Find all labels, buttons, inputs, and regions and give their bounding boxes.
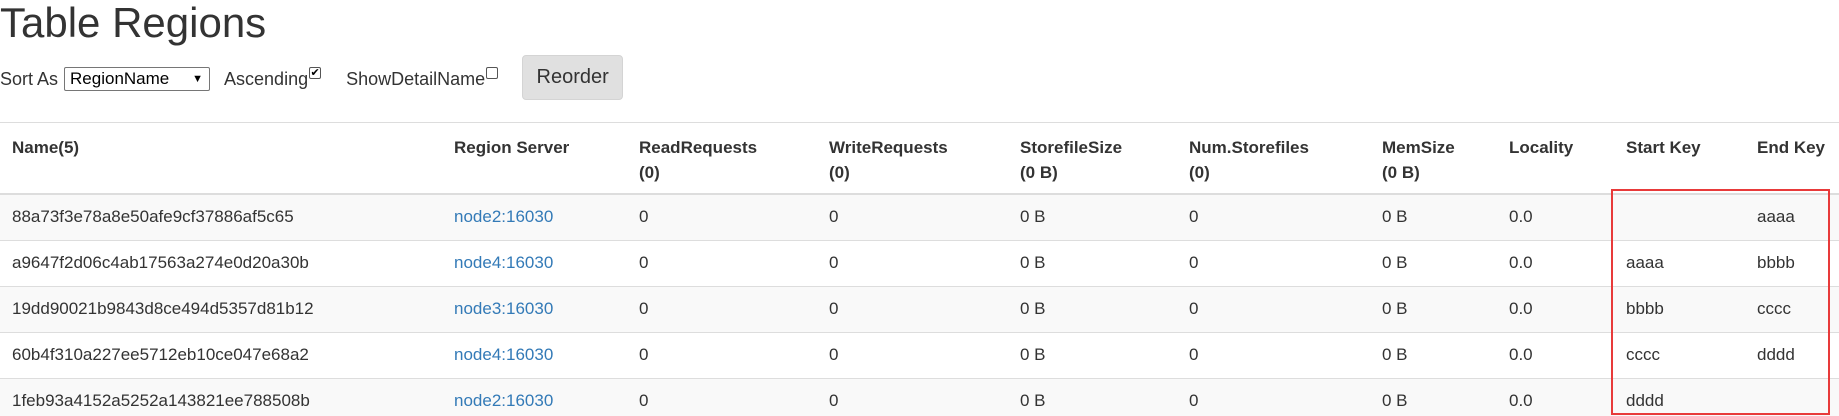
col-header-start-key[interactable]: Start Key: [1614, 122, 1745, 195]
region-name: 88a73f3e78a8e50afe9cf37886af5c65: [0, 194, 442, 241]
page-title: Table Regions: [0, 0, 267, 46]
num-storefiles: 0: [1177, 194, 1370, 241]
storefile-size: 0 B: [1008, 286, 1177, 333]
region-server-cell: node3:16030: [442, 286, 627, 333]
col-header-end-key[interactable]: End Key: [1745, 122, 1839, 195]
storefile-size: 0 B: [1008, 378, 1177, 416]
mem-size: 0 B: [1370, 194, 1497, 241]
sort-as-label: Sort As: [0, 68, 59, 89]
region-name: 1feb93a4152a5252a143821ee788508b: [0, 378, 442, 416]
table-row: 88a73f3e78a8e50afe9cf37886af5c65 node2:1…: [0, 194, 1839, 241]
sort-controls: Sort As RegionName ▼ Ascending ✔ ShowDet…: [0, 54, 624, 102]
storefile-size: 0 B: [1008, 240, 1177, 287]
mem-size: 0 B: [1370, 378, 1497, 416]
num-storefiles: 0: [1177, 240, 1370, 287]
region-server-cell: node2:16030: [442, 378, 627, 416]
region-server-link[interactable]: node4:16030: [454, 345, 553, 364]
read-requests: 0: [627, 332, 817, 379]
ascending-checkbox[interactable]: ✔: [309, 67, 322, 79]
region-name: a9647f2d06c4ab17563a274e0d20a30b: [0, 240, 442, 287]
end-key: [1745, 378, 1839, 416]
table-header-row: Name(5) Region Server ReadRequests (0) Wr…: [0, 122, 1839, 195]
write-requests: 0: [817, 332, 1008, 379]
table-row: 1feb93a4152a5252a143821ee788508b node2:1…: [0, 378, 1839, 416]
write-requests: 0: [817, 378, 1008, 416]
show-detail-name-label: ShowDetailName: [346, 68, 486, 89]
col-header-num-storefiles[interactable]: Num.Storefiles (0): [1177, 122, 1370, 195]
start-key: cccc: [1614, 332, 1745, 379]
mem-size: 0 B: [1370, 286, 1497, 333]
locality: 0.0: [1497, 240, 1614, 287]
col-header-mem-size[interactable]: MemSize (0 B): [1370, 122, 1497, 195]
col-header-locality[interactable]: Locality: [1497, 122, 1614, 195]
col-header-name[interactable]: Name(5): [0, 122, 442, 195]
storefile-size: 0 B: [1008, 194, 1177, 241]
read-requests: 0: [627, 286, 817, 333]
table-row: 60b4f310a227ee5712eb10ce047e68a2 node4:1…: [0, 332, 1839, 379]
start-key: aaaa: [1614, 240, 1745, 287]
region-server-cell: node4:16030: [442, 332, 627, 379]
sort-as-select[interactable]: RegionName ▼: [64, 67, 211, 91]
locality: 0.0: [1497, 378, 1614, 416]
write-requests: 0: [817, 194, 1008, 241]
end-key: dddd: [1745, 332, 1839, 379]
region-server-link[interactable]: node4:16030: [454, 253, 553, 272]
num-storefiles: 0: [1177, 286, 1370, 333]
locality: 0.0: [1497, 286, 1614, 333]
region-server-cell: node4:16030: [442, 240, 627, 287]
storefile-size: 0 B: [1008, 332, 1177, 379]
start-key: [1614, 194, 1745, 241]
sort-as-selected-value: RegionName: [70, 69, 170, 88]
col-header-region-server[interactable]: Region Server: [442, 122, 627, 195]
read-requests: 0: [627, 194, 817, 241]
write-requests: 0: [817, 240, 1008, 287]
show-detail-name-checkbox[interactable]: [486, 67, 499, 79]
num-storefiles: 0: [1177, 378, 1370, 416]
table-row: 19dd90021b9843d8ce494d5357d81b12 node3:1…: [0, 286, 1839, 333]
col-header-storefile-size[interactable]: StorefileSize (0 B): [1008, 122, 1177, 195]
read-requests: 0: [627, 378, 817, 416]
region-name: 19dd90021b9843d8ce494d5357d81b12: [0, 286, 442, 333]
end-key: cccc: [1745, 286, 1839, 333]
chevron-down-icon: ▼: [192, 73, 204, 85]
read-requests: 0: [627, 240, 817, 287]
region-name: 60b4f310a227ee5712eb10ce047e68a2: [0, 332, 442, 379]
end-key: aaaa: [1745, 194, 1839, 241]
reorder-button[interactable]: Reorder: [522, 54, 624, 100]
table-row: a9647f2d06c4ab17563a274e0d20a30b node4:1…: [0, 240, 1839, 287]
col-header-write-requests[interactable]: WriteRequests (0): [817, 122, 1008, 195]
mem-size: 0 B: [1370, 240, 1497, 287]
start-key: bbbb: [1614, 286, 1745, 333]
region-server-cell: node2:16030: [442, 194, 627, 241]
write-requests: 0: [817, 286, 1008, 333]
regions-table: Name(5) Region Server ReadRequests (0) Wr…: [0, 122, 1839, 416]
locality: 0.0: [1497, 194, 1614, 241]
ascending-label: Ascending: [224, 68, 309, 89]
locality: 0.0: [1497, 332, 1614, 379]
num-storefiles: 0: [1177, 332, 1370, 379]
start-key: dddd: [1614, 378, 1745, 416]
end-key: bbbb: [1745, 240, 1839, 287]
page: Table Regions Sort As RegionName ▼ Ascen…: [0, 0, 1839, 416]
region-server-link[interactable]: node2:16030: [454, 391, 553, 410]
mem-size: 0 B: [1370, 332, 1497, 379]
col-header-read-requests[interactable]: ReadRequests (0): [627, 122, 817, 195]
region-server-link[interactable]: node2:16030: [454, 207, 553, 226]
region-server-link[interactable]: node3:16030: [454, 299, 553, 318]
